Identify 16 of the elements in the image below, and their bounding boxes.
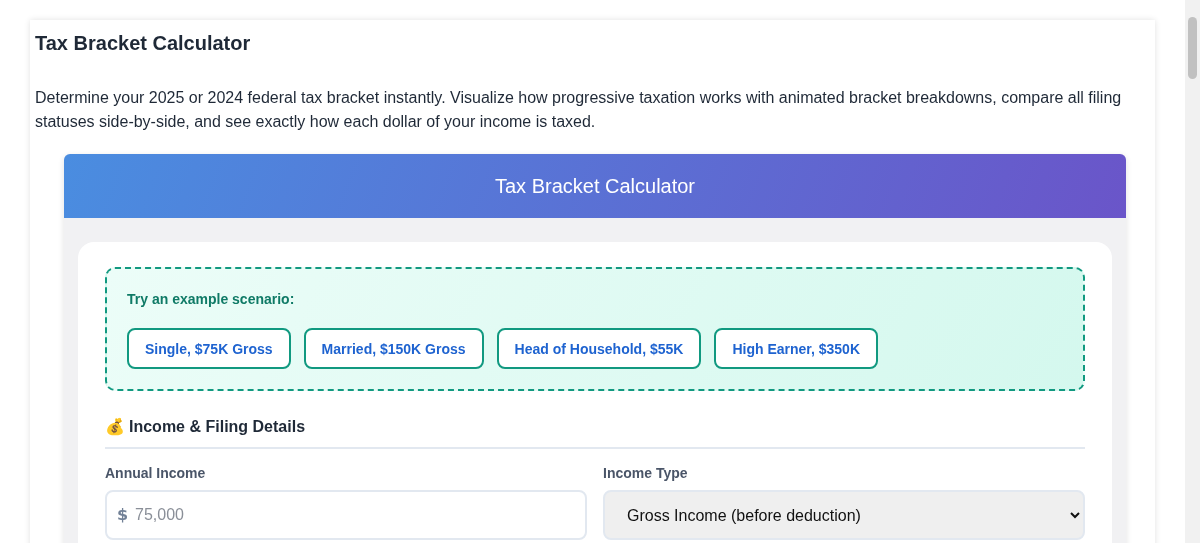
income-type-select[interactable]: Gross Income (before deduction): [603, 490, 1085, 540]
page-title: Tax Bracket Calculator: [35, 31, 252, 56]
money-bag-icon: 💰: [105, 417, 125, 436]
scrollbar-thumb[interactable]: [1188, 17, 1197, 79]
field-label: Income Type: [603, 465, 688, 481]
calculator-header: Tax Bracket Calculator: [64, 154, 1126, 218]
example-button[interactable]: Head of Household, $55K: [496, 328, 702, 369]
field-label: Annual Income: [105, 465, 206, 481]
example-button[interactable]: High Earner, $350K: [714, 328, 878, 369]
examples-label: Try an example scenario:: [127, 291, 295, 307]
currency-prefix: $: [117, 505, 129, 525]
example-button[interactable]: Married, $150K Gross: [303, 328, 484, 369]
page-description: Determine your 2025 or 2024 federal tax bracket instantly. Visualize how progressive taxation works with animated bracket breakdowns, compare all filing statuses side-by-side, and see exactly how each dollar of your income is taxed.: [35, 88, 1123, 132]
scrollbar[interactable]: [1185, 0, 1200, 543]
section-title: Income & Filing Details: [129, 417, 306, 436]
example-button[interactable]: Single, $75K Gross: [127, 328, 291, 369]
